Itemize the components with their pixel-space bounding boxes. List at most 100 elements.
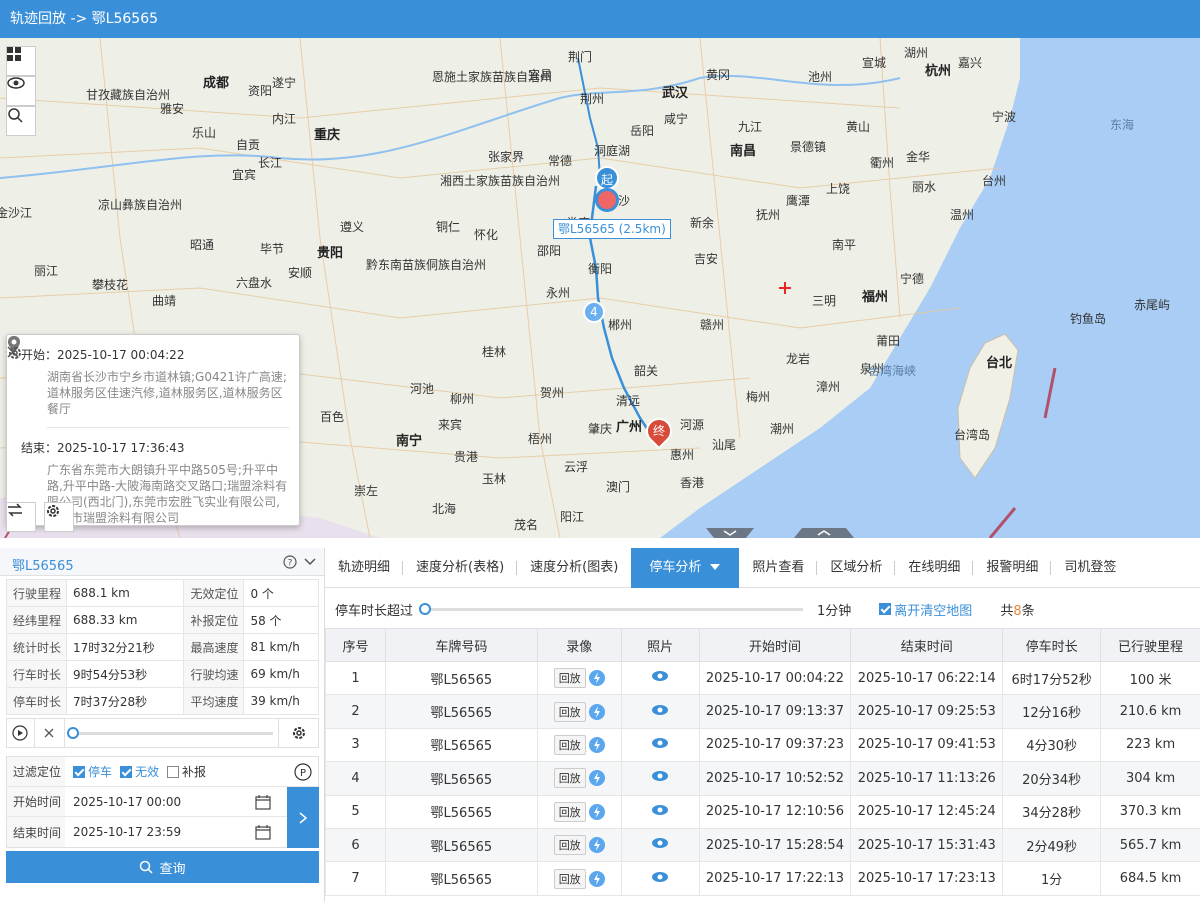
city-label: 甘孜藏族自治州: [86, 88, 171, 102]
bolt-icon[interactable]: [588, 870, 605, 887]
bolt-icon[interactable]: [588, 736, 605, 753]
stat-row: 经纬里程 688.33 km 补报定位 58 个: [6, 606, 319, 634]
tab-0[interactable]: 轨迹明细: [325, 548, 404, 588]
table-row[interactable]: 5 鄂L56565 回放 2025-10-17 12:10:56 2025-10-17 …: [325, 794, 1200, 829]
eye-icon[interactable]: [651, 871, 669, 883]
play-button[interactable]: [7, 719, 35, 747]
city-label: 南宁: [396, 434, 423, 449]
table-cell: 210.6 km: [1100, 694, 1200, 729]
stop-checkbox[interactable]: [73, 765, 85, 778]
table-cell: 6时17分52秒: [1002, 660, 1102, 696]
eye-icon[interactable]: [651, 770, 669, 782]
table-cell: 2025-10-17 15:31:43: [850, 827, 1004, 863]
city-label: 洞庭湖: [594, 144, 631, 158]
table-row[interactable]: 3 鄂L56565 回放 2025-10-17 09:37:23 2025-10-17 …: [325, 727, 1200, 763]
city-label: 成都: [203, 76, 230, 91]
column-header: 车牌号码: [384, 628, 538, 662]
eye-icon[interactable]: [651, 837, 669, 849]
bolt-icon[interactable]: [588, 703, 605, 720]
grid-tool-button[interactable]: [6, 46, 36, 76]
table-cell: 鄂L56565: [384, 761, 538, 796]
city-label: 黄山: [846, 120, 871, 134]
clear-map-checkbox[interactable]: [879, 603, 892, 615]
help-icon[interactable]: ?: [283, 555, 297, 569]
stop-duration-slider[interactable]: [419, 599, 809, 619]
stop-checkbox-label: 停车: [88, 765, 113, 779]
table-cell: 12分16秒: [1002, 694, 1102, 729]
city-label: 福州: [862, 290, 889, 305]
stat-value: 81 km/h: [243, 633, 319, 661]
column-header: 结束时间: [850, 628, 1004, 662]
collapse-down-icon[interactable]: [706, 528, 754, 538]
filter-form: 过滤定位 停车 无效 补报 P 开始时间 2025-10-17 00:00 结束…: [6, 756, 319, 848]
parking-icon[interactable]: P: [294, 762, 312, 781]
city-label: 梧州: [528, 432, 553, 446]
bolt-icon[interactable]: [588, 837, 605, 854]
bolt-icon[interactable]: [588, 770, 605, 787]
map-view[interactable]: 武汉成都杭州重庆南昌贵阳福州南宁广州台北澳门香港长沙宜昌荆门黄冈九江岳阳常德张家…: [0, 38, 1200, 538]
next-button[interactable]: [287, 787, 319, 848]
table-cell: 7: [325, 861, 386, 896]
close-icon[interactable]: [7, 346, 19, 358]
stat-value: 69 km/h: [243, 660, 319, 688]
replay-button[interactable]: 回放: [553, 768, 586, 789]
eye-icon[interactable]: [651, 804, 669, 816]
slider-handle[interactable]: [66, 727, 79, 739]
stat-row: 停车时长 7时37分28秒 平均速度 39 km/h: [6, 687, 319, 715]
city-label: 恩施土家族苗族自治州: [432, 70, 553, 84]
view-tool-button[interactable]: [6, 76, 36, 106]
eye-icon: [7, 77, 25, 89]
eye-icon[interactable]: [651, 670, 669, 682]
replay-button[interactable]: 回放: [553, 801, 586, 822]
collapse-up-icon[interactable]: [794, 528, 854, 538]
supplement-checkbox[interactable]: [167, 765, 180, 778]
replay-button[interactable]: 回放: [553, 701, 586, 722]
playback-slider[interactable]: [65, 719, 278, 747]
invalid-checkbox[interactable]: [120, 765, 133, 778]
query-label: 查询: [159, 861, 186, 877]
bolt-icon[interactable]: [588, 803, 605, 820]
calendar-icon[interactable]: [255, 824, 271, 840]
table-row[interactable]: 7 鄂L56565 回放 2025-10-17 17:22:13 2025-10-17 …: [325, 861, 1200, 896]
end-time-input[interactable]: 2025-10-17 23:59: [65, 825, 255, 839]
tab-8[interactable]: 司机登签: [1051, 548, 1129, 588]
video-cell: 回放: [536, 827, 622, 863]
bolt-icon[interactable]: [588, 670, 605, 687]
city-label: 重庆: [314, 128, 341, 143]
query-button[interactable]: 查询: [6, 851, 319, 883]
tab-1[interactable]: 速度分析(表格): [403, 548, 518, 588]
table-row[interactable]: 4 鄂L56565 回放 2025-10-17 10:52:52 2025-10-17 …: [325, 761, 1200, 796]
table-row[interactable]: 1 鄂L56565 回放 2025-10-17 00:04:22 2025-10-17 …: [325, 660, 1200, 696]
city-label: 攀枝花: [92, 278, 129, 292]
calendar-icon[interactable]: [255, 794, 271, 810]
city-label: 昭通: [190, 238, 215, 252]
chevron-down-icon[interactable]: [304, 558, 316, 566]
tab-6[interactable]: 在线明细: [895, 548, 974, 588]
table-row[interactable]: 6 鄂L56565 回放 2025-10-17 15:28:54 2025-10-17 …: [325, 827, 1200, 863]
tab-4[interactable]: 照片查看: [739, 548, 818, 588]
tab-7[interactable]: 报警明细: [973, 548, 1052, 588]
eye-icon[interactable]: [651, 704, 669, 716]
playback-settings-button[interactable]: [278, 719, 318, 747]
stat-row: 行车时长 9时54分53秒 行驶均速 69 km/h: [6, 660, 319, 688]
start-address: 湖南省长沙市宁乡市道林镇;G0421许广高速;道林服务区佳速汽修,道林服务区,道…: [47, 370, 287, 416]
eye-icon[interactable]: [651, 737, 669, 749]
slider-handle[interactable]: [419, 603, 432, 615]
zoom-area-button[interactable]: [6, 106, 36, 136]
route-switch-button[interactable]: [6, 502, 36, 532]
replay-button[interactable]: 回放: [553, 868, 586, 889]
replay-button[interactable]: 回放: [553, 835, 586, 856]
table-cell: 20分34秒: [1002, 761, 1102, 796]
tab-3[interactable]: 停车分析: [631, 548, 740, 588]
tab-5[interactable]: 区域分析: [817, 548, 896, 588]
stop-button[interactable]: [35, 719, 65, 747]
tab-2[interactable]: 速度分析(图表): [517, 548, 631, 588]
replay-button[interactable]: 回放: [553, 734, 586, 755]
city-label: 贵港: [454, 450, 479, 464]
map-settings-button[interactable]: [44, 502, 74, 532]
start-time-input[interactable]: 2025-10-17 00:00: [65, 795, 255, 809]
replay-button[interactable]: 回放: [553, 668, 586, 689]
table-cell: 2025-10-17 06:22:14: [850, 660, 1004, 696]
city-label: 梅州: [746, 390, 771, 404]
table-row[interactable]: 2 鄂L56565 回放 2025-10-17 09:13:37 2025-10-17 …: [325, 694, 1200, 729]
